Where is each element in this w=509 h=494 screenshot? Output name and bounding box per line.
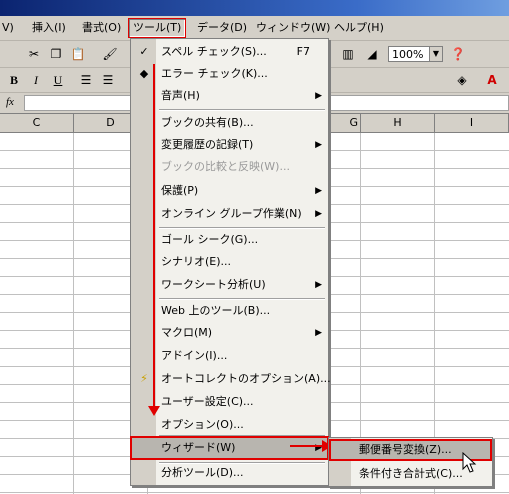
cut-icon[interactable]: ✂: [24, 44, 44, 64]
menu-item-customize[interactable]: ユーザー設定(C)...: [131, 391, 328, 413]
menu-item-scenarios[interactable]: シナリオ(E)...: [131, 251, 328, 273]
guide-arrow-head: [148, 406, 160, 416]
submenu-arrow-icon: ▶: [315, 140, 322, 150]
menu-item-macro[interactable]: マクロ(M) ▶: [131, 322, 328, 344]
format-painter-icon[interactable]: 🖌: [100, 44, 120, 64]
submenu-arrow-icon: ▶: [315, 443, 322, 453]
menu-separator: [159, 109, 325, 111]
drawing-icon[interactable]: ◢: [362, 44, 382, 64]
font-color-icon[interactable]: A: [482, 70, 502, 90]
menu-item-formula-auditing[interactable]: ワークシート分析(U) ▶: [131, 274, 328, 296]
submenu-arrow-icon: ▶: [315, 209, 322, 219]
menu-item-track-changes[interactable]: 変更履歴の記録(T) ▶: [131, 134, 328, 156]
menu-item-data-analysis[interactable]: 分析ツール(D)...: [131, 462, 328, 484]
menu-data[interactable]: データ(D): [193, 19, 251, 37]
align-left-icon[interactable]: ☰: [76, 70, 96, 90]
mouse-cursor-icon: [462, 452, 477, 473]
menu-item-error-check[interactable]: ◆ エラー チェック(K)...: [131, 63, 328, 85]
menu-item-wizard[interactable]: ウィザード(W) ▶: [130, 436, 329, 460]
guide-arrow-line: [290, 445, 326, 447]
align-center-icon[interactable]: ☰: [98, 70, 118, 90]
submenu-arrow-icon: ▶: [315, 280, 322, 290]
menu-item-speech[interactable]: 音声(H) ▶: [131, 85, 328, 107]
menu-item-goal-seek[interactable]: ゴール シーク(G)...: [131, 229, 328, 251]
italic-button[interactable]: I: [26, 70, 46, 90]
column-header-g[interactable]: G: [329, 114, 361, 132]
menu-window[interactable]: ウィンドウ(W): [252, 19, 334, 37]
paste-icon[interactable]: 📋: [68, 44, 88, 64]
error-check-icon: ◆: [139, 67, 149, 80]
menu-format[interactable]: 書式(O): [78, 19, 125, 37]
submenu-arrow-icon: ▶: [315, 91, 322, 101]
column-header-h[interactable]: H: [361, 114, 435, 132]
copy-icon[interactable]: ❐: [46, 44, 66, 64]
fill-color-icon[interactable]: ◈: [452, 70, 472, 90]
grid-line: [73, 133, 74, 494]
column-header-c[interactable]: C: [0, 114, 74, 132]
menu-item-autocorrect-options[interactable]: ⚡ オートコレクトのオプション(A)...: [131, 368, 330, 390]
menu-item-web-tools[interactable]: Web 上のツール(B)...: [131, 300, 328, 322]
lightning-icon: ⚡: [140, 372, 148, 385]
help-icon[interactable]: ❓: [448, 44, 468, 64]
menu-help[interactable]: ヘルプ(H): [330, 19, 388, 37]
zoom-select[interactable]: 100% ▼: [388, 46, 443, 62]
title-bar: [0, 0, 509, 16]
menu-item-protection[interactable]: 保護(P) ▶: [131, 180, 328, 202]
menu-item-compare-merge: ブックの比較と反映(W)...: [161, 160, 290, 173]
menu-item-online-collaboration[interactable]: オンライン グループ作業(N) ▶: [131, 203, 328, 225]
spell-check-icon: ✓: [139, 45, 149, 58]
submenu-arrow-icon: ▶: [315, 328, 322, 338]
menu-item-options[interactable]: オプション(O)...: [131, 414, 328, 436]
chart-icon[interactable]: ▥: [338, 44, 358, 64]
menu-tools[interactable]: ツール(T): [128, 18, 187, 38]
submenu-arrow-icon: ▶: [315, 186, 322, 196]
menu-item-addins[interactable]: アドイン(I)...: [131, 345, 328, 367]
column-header-i[interactable]: I: [435, 114, 509, 132]
tools-menu: ✓ スペル チェック(S)... F7 ◆ エラー チェック(K)... 音声(…: [130, 38, 331, 486]
underline-button[interactable]: U: [48, 70, 68, 90]
fx-icon: fx: [6, 96, 14, 108]
bold-button[interactable]: B: [4, 70, 24, 90]
menu-item-spell-check[interactable]: ✓ スペル チェック(S)... F7: [131, 41, 328, 63]
menu-item-share-workbook[interactable]: ブックの共有(B)...: [131, 112, 328, 134]
chevron-down-icon: ▼: [429, 47, 442, 61]
menu-insert[interactable]: 挿入(I): [28, 19, 70, 37]
grid-line: [0, 492, 509, 493]
guide-arrow-line: [153, 64, 155, 412]
menu-view[interactable]: V): [0, 19, 18, 37]
